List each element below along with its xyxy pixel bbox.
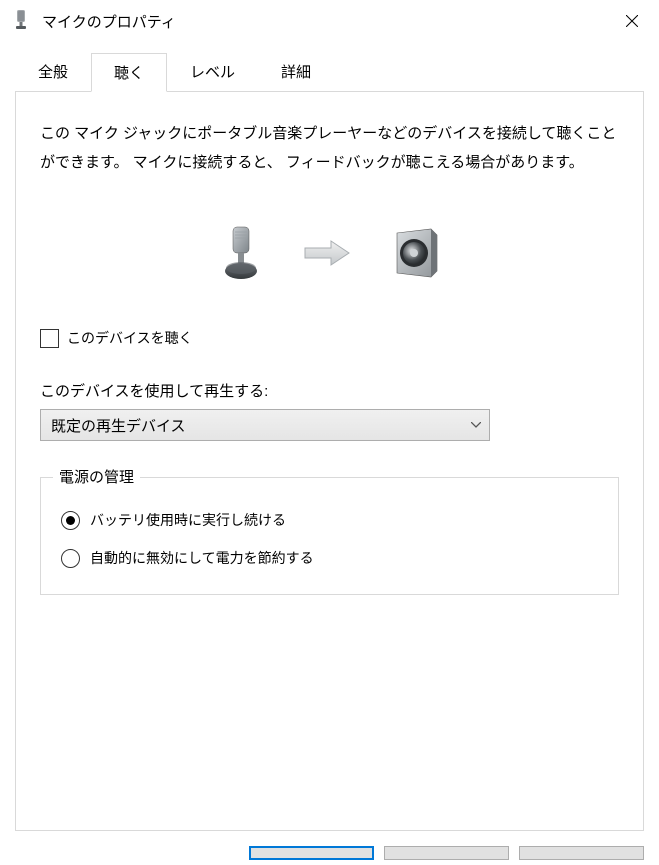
speaker-illustration-icon [391,227,441,282]
radio-disable[interactable] [61,549,80,568]
radio-continue[interactable] [61,511,80,530]
listen-checkbox-label: このデバイスを聴く [67,328,193,348]
content-area: 全般 聴く レベル 詳細 この マイク ジャックにポータブル音楽プレーヤーなどの… [0,42,659,831]
listen-checkbox-row[interactable]: このデバイスを聴く [40,328,619,348]
apply-button[interactable] [519,846,644,860]
tab-advanced[interactable]: 詳細 [258,52,334,91]
microphone-icon [14,9,32,33]
power-option-disable-label: 自動的に無効にして電力を節約する [90,548,314,568]
illustration-row [40,225,619,284]
panel-description: この マイク ジャックにポータブル音楽プレーヤーなどのデバイスを接続して聴くこと… [40,120,619,177]
playback-device-selected: 既定の再生デバイス [51,415,186,436]
playback-device-label: このデバイスを使用して再生する: [40,380,619,401]
playback-device-select[interactable]: 既定の再生デバイス [40,409,490,441]
titlebar: マイクのプロパティ [0,0,659,42]
tab-level[interactable]: レベル [167,52,258,91]
window-title: マイクのプロパティ [42,11,605,32]
tab-panel-listen: この マイク ジャックにポータブル音楽プレーヤーなどのデバイスを接続して聴くこと… [15,91,644,831]
radio-selected-icon [66,516,75,525]
tab-strip: 全般 聴く レベル 詳細 [15,52,644,91]
power-management-group: 電源の管理 バッテリ使用時に実行し続ける 自動的に無効にして電力を節約する [40,477,619,595]
tab-listen[interactable]: 聴く [91,53,167,92]
tab-general[interactable]: 全般 [15,52,91,91]
ok-button[interactable] [249,846,374,860]
power-option-continue-row[interactable]: バッテリ使用時に実行し続ける [61,510,598,530]
microphone-illustration-icon [219,225,263,284]
dialog-button-row [249,846,644,860]
listen-checkbox[interactable] [40,329,59,348]
cancel-button[interactable] [384,846,509,860]
power-management-legend: 電源の管理 [53,466,140,487]
chevron-down-icon [471,419,481,431]
power-option-continue-label: バッテリ使用時に実行し続ける [90,510,286,530]
arrow-right-icon [303,239,351,270]
close-button[interactable] [605,0,659,42]
power-option-disable-row[interactable]: 自動的に無効にして電力を節約する [61,548,598,568]
